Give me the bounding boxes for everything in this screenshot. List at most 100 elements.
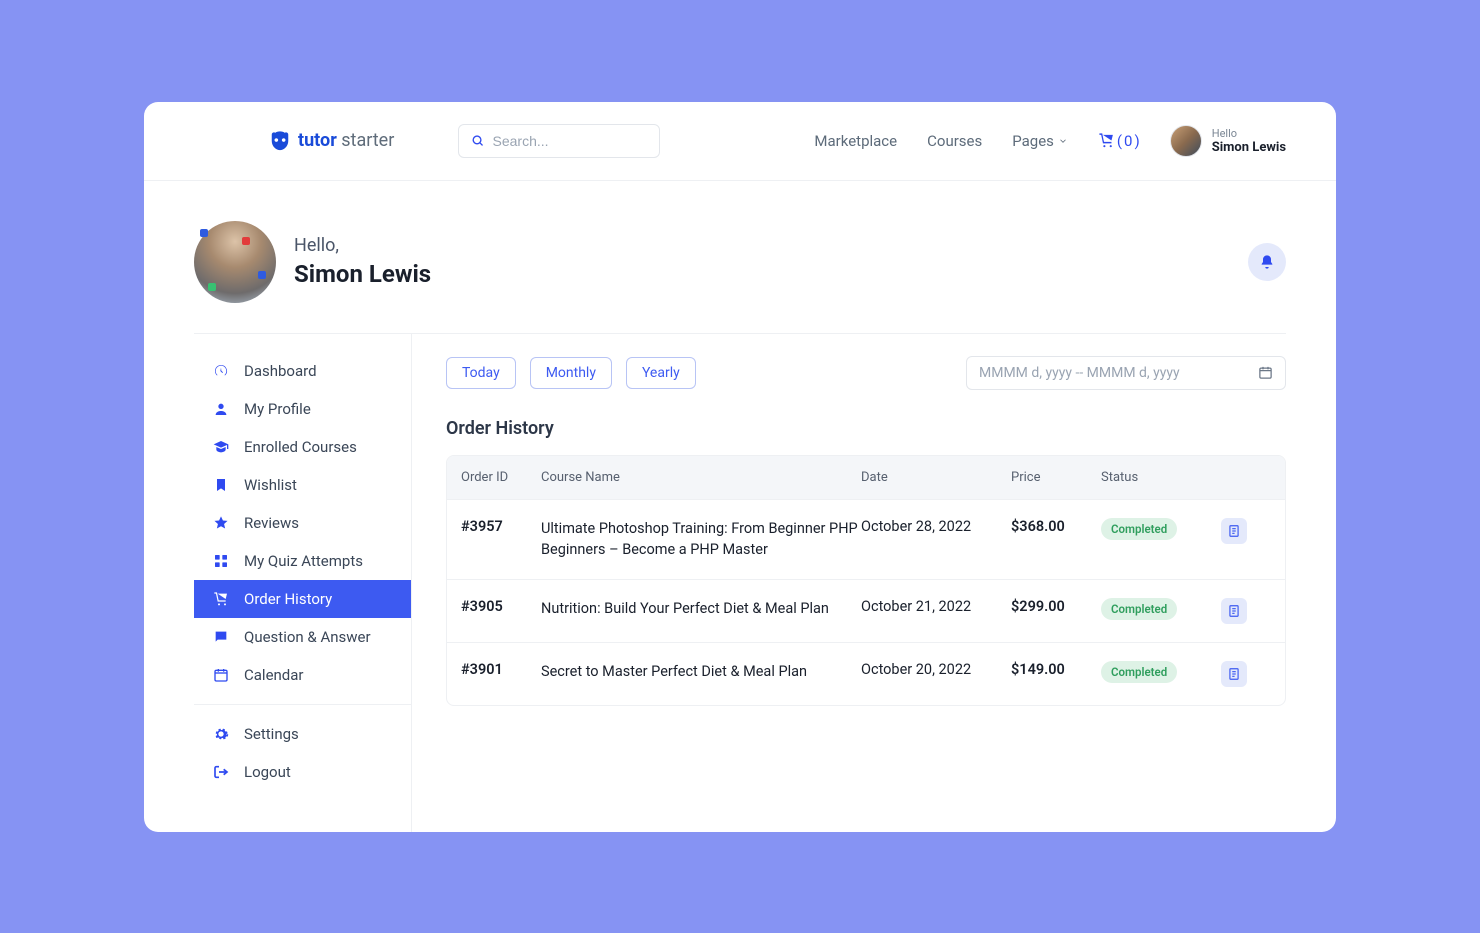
user-greeting-small: Hello <box>1212 127 1286 140</box>
calendar-icon <box>212 667 230 683</box>
sidebar-item-label: Calendar <box>244 666 304 684</box>
avatar <box>1170 125 1202 157</box>
sidebar-item-label: Dashboard <box>244 362 317 380</box>
nav-courses[interactable]: Courses <box>927 132 982 150</box>
sidebar-item-logout[interactable]: Logout <box>194 753 411 791</box>
th-date: Date <box>861 470 1011 485</box>
date-range-input[interactable]: MMMM d, yyyy -- MMMM d, yyyy <box>966 356 1286 390</box>
sidebar-item-label: Enrolled Courses <box>244 438 357 456</box>
cell-price: $149.00 <box>1011 661 1101 678</box>
status-badge: Completed <box>1101 598 1177 620</box>
sidebar-item-order-history[interactable]: Order History <box>194 580 411 618</box>
sidebar-item-label: Logout <box>244 763 291 781</box>
brand-strong: tutor <box>298 130 337 151</box>
cell-order-id: #3901 <box>461 661 541 678</box>
table-header: Order ID Course Name Date Price Status <box>447 456 1285 499</box>
filter-monthly[interactable]: Monthly <box>530 357 612 389</box>
sidebar-item-settings[interactable]: Settings <box>194 715 411 753</box>
cell-course: Secret to Master Perfect Diet & Meal Pla… <box>541 661 861 683</box>
cell-order-id: #3905 <box>461 598 541 615</box>
th-price: Price <box>1011 470 1101 485</box>
hero: Hello, Simon Lewis <box>194 181 1286 333</box>
sidebar-item-label: Settings <box>244 725 299 743</box>
sidebar-item-profile[interactable]: My Profile <box>194 390 411 428</box>
sidebar-item-wishlist[interactable]: Wishlist <box>194 466 411 504</box>
filter-today[interactable]: Today <box>446 357 516 389</box>
calendar-icon <box>1258 365 1273 380</box>
cell-course: Ultimate Photoshop Training: From Beginn… <box>541 518 861 562</box>
gauge-icon <box>212 363 230 379</box>
star-icon <box>212 515 230 531</box>
owl-icon <box>269 130 291 152</box>
sidebar-item-label: Order History <box>244 590 332 608</box>
cell-price: $368.00 <box>1011 518 1101 535</box>
document-icon <box>1227 604 1241 618</box>
hero-name: Simon Lewis <box>294 260 431 288</box>
nav-pages[interactable]: Pages <box>1012 132 1068 150</box>
topbar: tutor starter Marketplace Courses Pages … <box>144 102 1336 181</box>
search-box[interactable] <box>458 124 660 158</box>
sidebar-item-label: Reviews <box>244 514 299 532</box>
cell-date: October 28, 2022 <box>861 518 1011 535</box>
sidebar-item-reviews[interactable]: Reviews <box>194 504 411 542</box>
cell-price: $299.00 <box>1011 598 1101 615</box>
hero-hello: Hello, <box>294 235 431 256</box>
brand-logo[interactable]: tutor starter <box>269 130 394 152</box>
nav-pages-label: Pages <box>1012 132 1054 150</box>
bell-icon <box>1259 254 1275 270</box>
app-window: tutor starter Marketplace Courses Pages … <box>144 102 1336 832</box>
user-chip[interactable]: Hello Simon Lewis <box>1170 125 1286 157</box>
main-content: Today Monthly Yearly MMMM d, yyyy -- MMM… <box>412 334 1286 832</box>
table-row: #3957 Ultimate Photoshop Training: From … <box>447 499 1285 580</box>
status-badge: Completed <box>1101 518 1177 540</box>
nav-marketplace[interactable]: Marketplace <box>814 132 897 150</box>
gear-icon <box>212 726 230 742</box>
logout-icon <box>212 764 230 780</box>
cell-date: October 20, 2022 <box>861 661 1011 678</box>
sidebar-item-label: Question & Answer <box>244 628 371 646</box>
sidebar-item-enrolled[interactable]: Enrolled Courses <box>194 428 411 466</box>
document-icon <box>1227 667 1241 681</box>
document-icon <box>1227 524 1241 538</box>
bookmark-icon <box>212 477 230 493</box>
sidebar-item-label: My Profile <box>244 400 311 418</box>
cart-count: 0 <box>1124 132 1132 150</box>
cart-link[interactable]: (0) <box>1098 132 1140 150</box>
date-range-placeholder: MMMM d, yyyy -- MMMM d, yyyy <box>979 365 1180 381</box>
sidebar-item-calendar[interactable]: Calendar <box>194 656 411 694</box>
cell-order-id: #3957 <box>461 518 541 535</box>
cell-date: October 21, 2022 <box>861 598 1011 615</box>
chevron-down-icon <box>1058 136 1068 146</box>
filter-row: Today Monthly Yearly MMMM d, yyyy -- MMM… <box>446 356 1286 390</box>
search-input[interactable] <box>493 133 648 149</box>
invoice-button[interactable] <box>1221 518 1247 544</box>
sidebar-item-qa[interactable]: Question & Answer <box>194 618 411 656</box>
order-table: Order ID Course Name Date Price Status #… <box>446 455 1286 707</box>
filter-yearly[interactable]: Yearly <box>626 357 696 389</box>
sidebar-item-quiz[interactable]: My Quiz Attempts <box>194 542 411 580</box>
invoice-button[interactable] <box>1221 661 1247 687</box>
avatar-large <box>194 221 276 303</box>
cart-icon <box>1098 132 1115 149</box>
section-title: Order History <box>446 418 1286 439</box>
graduation-icon <box>212 439 230 455</box>
user-name: Simon Lewis <box>1212 140 1286 155</box>
table-row: #3901 Secret to Master Perfect Diet & Me… <box>447 642 1285 705</box>
top-nav: Marketplace Courses Pages (0) Hello Simo… <box>814 125 1286 157</box>
brand-light: starter <box>341 130 394 151</box>
status-badge: Completed <box>1101 661 1177 683</box>
sidebar-separator <box>194 704 411 705</box>
search-icon <box>471 133 484 148</box>
invoice-button[interactable] <box>1221 598 1247 624</box>
quiz-icon <box>212 553 230 569</box>
question-icon <box>212 629 230 645</box>
table-row: #3905 Nutrition: Build Your Perfect Diet… <box>447 579 1285 642</box>
sidebar-item-label: Wishlist <box>244 476 297 494</box>
notifications-button[interactable] <box>1248 243 1286 281</box>
sidebar: Dashboard My Profile Enrolled Courses Wi… <box>194 334 412 832</box>
sidebar-item-label: My Quiz Attempts <box>244 552 363 570</box>
sidebar-item-dashboard[interactable]: Dashboard <box>194 352 411 390</box>
th-order-id: Order ID <box>461 470 541 485</box>
cell-course: Nutrition: Build Your Perfect Diet & Mea… <box>541 598 861 620</box>
th-status: Status <box>1101 470 1221 485</box>
